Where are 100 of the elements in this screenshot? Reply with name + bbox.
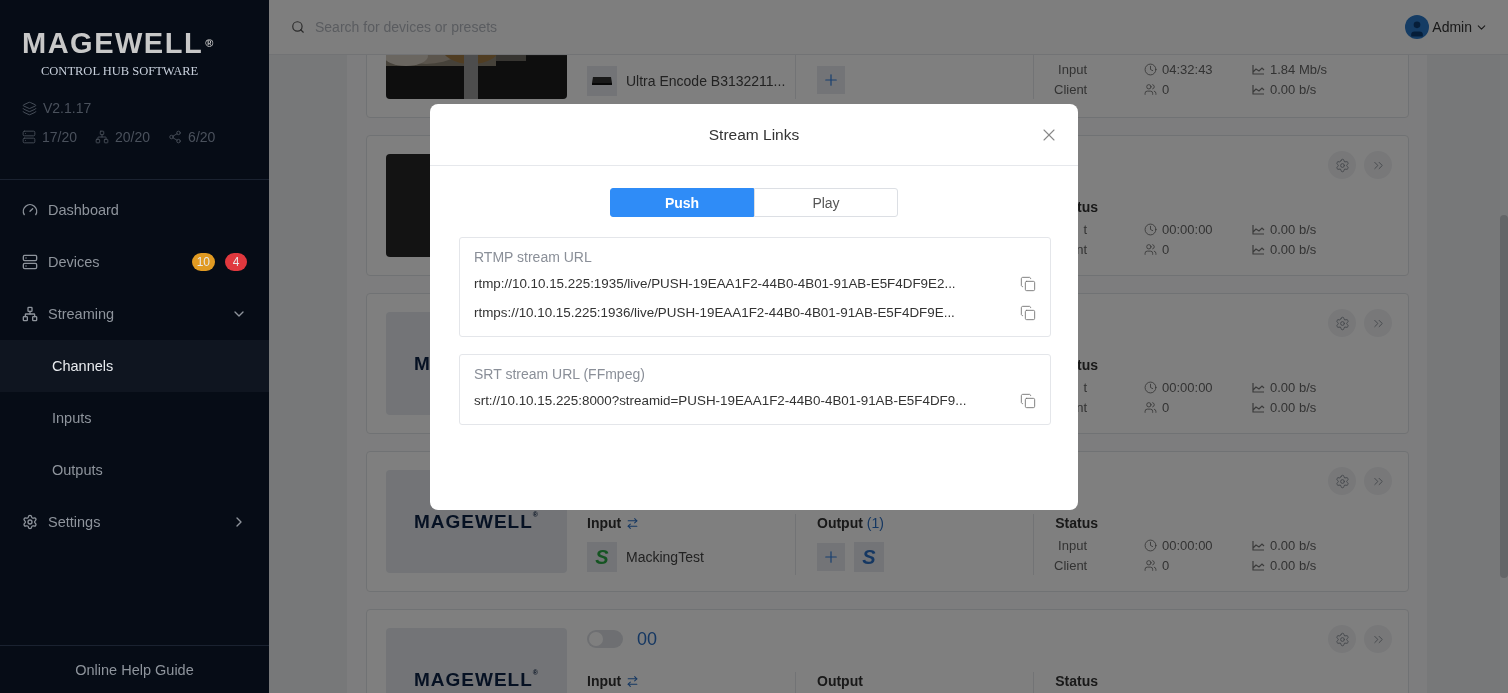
user-name: Admin — [1432, 19, 1472, 35]
rate-chart-icon — [1252, 559, 1265, 571]
count-badge: 4 — [225, 253, 247, 271]
thumbnail-logo: MAGEWELL$^{®}$ — [414, 668, 539, 691]
settings-button[interactable] — [1328, 309, 1356, 337]
users-icon — [1144, 242, 1157, 256]
rate-chart-icon — [1252, 83, 1265, 95]
copy-button[interactable] — [1020, 392, 1036, 409]
forward-button[interactable] — [1364, 625, 1392, 653]
swap-icon[interactable] — [626, 674, 640, 688]
stream-url: rtmp://10.10.15.225:1935/live/PUSH-19EAA1F2-44B0-4B01-91AB-E5F4DF9E2... — [474, 276, 957, 291]
copy-icon — [1020, 304, 1036, 321]
stream-url: rtmps://10.10.15.225:1936/live/PUSH-19EAA1F2-44B0-4B01-91AB-E5F4DF9E... — [474, 305, 956, 320]
rate-chart-icon — [1252, 223, 1265, 235]
swap-icon[interactable] — [626, 516, 640, 530]
status-label: Client — [1054, 557, 1087, 573]
stat-count: 17/20 — [42, 129, 78, 145]
input-source-name: MackingTest — [626, 549, 704, 565]
channel-name: 00 — [637, 628, 658, 650]
status-label: t — [1082, 221, 1087, 237]
settings-icon — [22, 514, 38, 530]
clock-icon — [1144, 538, 1157, 552]
search-icon — [291, 20, 305, 34]
settings-icon — [1334, 631, 1350, 647]
uptime-value: 00:00:00 — [1162, 221, 1213, 237]
network-icon — [22, 306, 38, 322]
srt-icon: S — [587, 542, 617, 572]
version-label: V2.1.17 — [43, 100, 92, 116]
user-menu[interactable]: Admin — [1405, 15, 1488, 39]
status-heading: Status — [1054, 673, 1098, 689]
settings-button[interactable] — [1328, 467, 1356, 495]
group-title: SRT stream URL (FFmpeg) — [474, 366, 645, 382]
gauge-icon — [22, 202, 38, 218]
nav-subitem[interactable]: Outputs — [0, 444, 269, 496]
brand-subtitle: CONTROL HUB SOFTWARE — [41, 64, 199, 79]
thumbnail-logo: MAGEWELL$^{®}$ — [414, 510, 539, 533]
stat-icon — [168, 130, 183, 144]
settings-button[interactable] — [1328, 151, 1356, 179]
client-count: 0 — [1162, 81, 1170, 97]
forward-button[interactable] — [1364, 309, 1392, 337]
settings-button[interactable] — [1328, 625, 1356, 653]
bitrate-value: 0.00 b/s — [1270, 81, 1317, 97]
input-heading: Input — [587, 515, 622, 531]
nav-item[interactable]: Settings — [0, 496, 269, 548]
encoder-device-icon — [591, 76, 613, 86]
input-source-name: Ultra Encode B3132211... — [626, 73, 786, 89]
bitrate-value: 0.00 b/s — [1270, 221, 1317, 237]
copy-icon — [1020, 275, 1036, 292]
layers-icon — [22, 100, 37, 116]
settings-icon — [1334, 315, 1350, 331]
client-count: 0 — [1162, 399, 1170, 415]
add-output-button[interactable] — [817, 543, 845, 571]
bitrate-value: 1.84 Mb/s — [1270, 61, 1328, 77]
help-link[interactable]: Online Help Guide — [75, 661, 194, 678]
rate-chart-icon — [1252, 381, 1265, 393]
add-output-button[interactable] — [817, 66, 845, 94]
nav-item[interactable]: Dashboard — [0, 184, 269, 236]
output-heading: Output (1) — [817, 515, 884, 531]
tab[interactable]: Play — [754, 188, 898, 217]
stat-icon — [22, 130, 36, 144]
rate-chart-icon — [1252, 401, 1265, 413]
brand-logo: MAGEWELL$^{®}$ — [22, 28, 215, 58]
copy-button[interactable] — [1020, 304, 1036, 321]
copy-button[interactable] — [1020, 275, 1036, 292]
avatar-icon — [1405, 15, 1430, 39]
count-badge: 10 — [191, 253, 215, 271]
rate-chart-icon — [1252, 539, 1265, 551]
tab[interactable]: Push — [610, 188, 754, 217]
plus-icon — [822, 71, 840, 89]
uptime-value: 04:32:43 — [1162, 61, 1213, 77]
settings-icon — [1334, 157, 1350, 173]
status-label: Input — [1057, 61, 1087, 77]
dialog-title: Stream Links — [708, 125, 800, 144]
users-icon — [1144, 82, 1157, 96]
stat-count: 20/20 — [115, 129, 151, 145]
copy-icon — [1020, 392, 1036, 409]
users-icon — [1144, 558, 1157, 572]
clock-icon — [1144, 222, 1157, 236]
nav-subitem[interactable]: Inputs — [0, 392, 269, 444]
forward-button[interactable] — [1364, 467, 1392, 495]
plus-icon — [822, 548, 840, 566]
client-count: 0 — [1162, 557, 1170, 573]
nav-item[interactable]: Streaming — [0, 288, 269, 340]
input-heading: Input — [587, 673, 622, 689]
uptime-value: 00:00:00 — [1162, 537, 1213, 553]
client-count: 0 — [1162, 241, 1170, 257]
bitrate-value: 0.00 b/s — [1270, 379, 1317, 395]
rate-chart-icon — [1252, 243, 1265, 255]
status-heading: tus — [1076, 199, 1098, 215]
status-label: Client — [1054, 81, 1087, 97]
settings-icon — [1334, 473, 1350, 489]
forward-button[interactable] — [1364, 151, 1392, 179]
thumbnail-logo: M — [414, 352, 431, 375]
clock-icon — [1144, 62, 1157, 76]
bitrate-value: 0.00 b/s — [1270, 241, 1317, 257]
nav-item[interactable]: Devices 10 4 — [0, 236, 269, 288]
nav-subitem[interactable]: Channels — [0, 340, 269, 392]
status-heading: tus — [1076, 357, 1098, 373]
bitrate-value: 0.00 b/s — [1270, 537, 1317, 553]
bitrate-value: 0.00 b/s — [1270, 399, 1317, 415]
